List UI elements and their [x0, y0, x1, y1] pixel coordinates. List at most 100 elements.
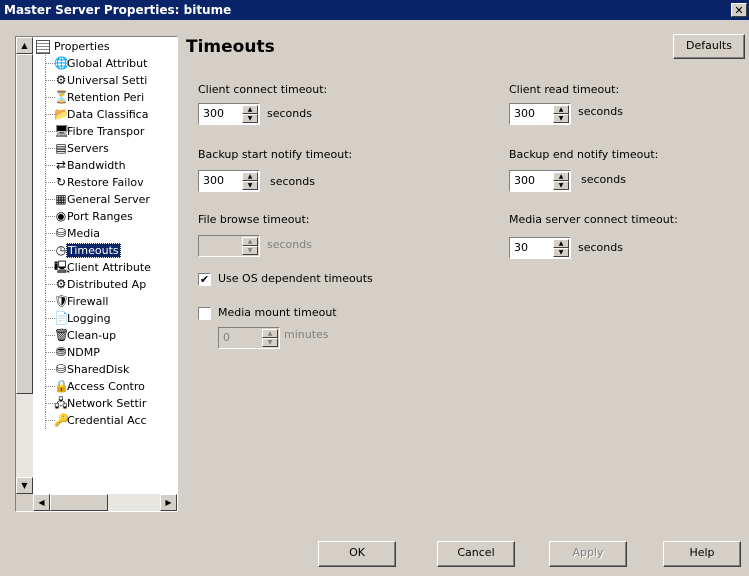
horizontal-scroll-thumb[interactable]: [50, 494, 108, 511]
tree-item[interactable]: ▦ General Server: [40, 191, 152, 208]
tree-item-label: Client Attribute: [67, 261, 151, 274]
tree-item[interactable]: 🗑 Clean-up: [40, 327, 152, 344]
tree-item[interactable]: ⛃ NDMP: [40, 344, 152, 361]
media-server-connect-timeout-spinner[interactable]: 30 ▲ ▼: [509, 237, 571, 259]
bandwidth-icon: ⇄: [55, 158, 67, 172]
tree-item-label: Bandwidth: [67, 159, 126, 172]
client-read-value[interactable]: 300: [514, 107, 535, 120]
restore-failover-icon: ↻: [55, 175, 67, 189]
title-bar: Master Server Properties: bitume ✕: [0, 0, 749, 20]
media-mount-timeout-checkbox[interactable]: [198, 307, 211, 320]
ok-button[interactable]: OK: [318, 541, 396, 567]
spin-up-icon[interactable]: ▲: [242, 105, 258, 114]
tree-item-label: Global Attribut: [67, 57, 148, 70]
network-settings-icon: 🖧: [54, 396, 68, 410]
tree-horizontal-scrollbar[interactable]: ◀ ▶: [33, 494, 177, 511]
backup-end-value[interactable]: 300: [514, 174, 535, 187]
scroll-up-icon[interactable]: ▲: [16, 37, 33, 54]
tree-item-label: Credential Acc: [67, 414, 147, 427]
media-server-unit: seconds: [578, 241, 623, 254]
tree-item-label: Servers: [67, 142, 109, 155]
shared-disk-icon: ⛁: [55, 362, 67, 376]
tree-item[interactable]: 🖥 Fibre Transpor: [40, 123, 152, 140]
tree-item[interactable]: 🌐 Global Attribut: [40, 55, 152, 72]
tree-item[interactable]: 🔒 Access Contro: [40, 378, 152, 395]
tree-item[interactable]: ▤ Servers: [40, 140, 152, 157]
client-read-label: Client read timeout:: [509, 83, 620, 96]
client-connect-timeout-spinner[interactable]: 300 ▲ ▼: [198, 103, 260, 125]
backup-start-unit: seconds: [270, 175, 315, 188]
tree-item-label: General Server: [67, 193, 150, 206]
client-connect-value[interactable]: 300: [203, 107, 224, 120]
scrollbar-corner: [16, 494, 33, 511]
tree-item[interactable]: 📂 Data Classifica: [40, 106, 152, 123]
tree-item[interactable]: ⛁ Media: [40, 225, 152, 242]
logging-icon: 📄: [54, 311, 69, 325]
defaults-button[interactable]: Defaults: [673, 34, 745, 59]
backup-end-unit: seconds: [581, 173, 626, 186]
spin-down-icon: ▼: [262, 338, 278, 347]
tree-item[interactable]: ↻ Restore Failov: [40, 174, 152, 191]
clock-icon: ◷: [55, 243, 67, 257]
tree-item[interactable]: ◉ Port Ranges: [40, 208, 152, 225]
access-control-icon: 🔒: [54, 379, 69, 393]
properties-tree[interactable]: ▲ ▼ Properties 🌐 Global Attribut ⚙ Universa…: [15, 36, 178, 512]
spin-up-icon[interactable]: ▲: [553, 105, 569, 114]
scroll-down-icon[interactable]: ▼: [16, 477, 33, 494]
tree-item[interactable]: 🛡 Firewall: [40, 293, 152, 310]
general-server-icon: ▦: [55, 192, 67, 206]
spin-down-icon[interactable]: ▼: [553, 114, 569, 123]
tree-item-label: Timeouts: [66, 243, 121, 258]
spin-down-icon[interactable]: ▼: [242, 181, 258, 190]
media-mount-timeout-label[interactable]: Media mount timeout: [218, 306, 337, 319]
cancel-button[interactable]: Cancel: [437, 541, 515, 567]
tree-item[interactable]: ⛁ SharedDisk: [40, 361, 152, 378]
checkmark-icon: ✔: [199, 273, 210, 286]
tree-item[interactable]: ⚙ Distributed Ap: [40, 276, 152, 293]
tree-item-label: NDMP: [67, 346, 100, 359]
ndmp-icon: ⛃: [55, 345, 67, 359]
tree-root[interactable]: Properties: [36, 39, 110, 55]
tree-item[interactable]: 🖳 Client Attribute: [40, 259, 152, 276]
tree-item-label: Restore Failov: [67, 176, 144, 189]
tree-item-label: Data Classifica: [67, 108, 149, 121]
spin-up-icon: ▲: [242, 237, 258, 246]
spin-up-icon[interactable]: ▲: [553, 239, 569, 248]
spin-up-icon[interactable]: ▲: [242, 172, 258, 181]
scroll-right-icon[interactable]: ▶: [160, 494, 177, 511]
media-mount-unit: minutes: [284, 328, 329, 341]
close-icon[interactable]: ✕: [731, 3, 747, 17]
tree-item[interactable]: ⇄ Bandwidth: [40, 157, 152, 174]
tree-item-label: Port Ranges: [67, 210, 133, 223]
media-server-value[interactable]: 30: [514, 241, 528, 254]
backup-start-value[interactable]: 300: [203, 174, 224, 187]
tree-item[interactable]: ◷ Timeouts: [40, 242, 152, 259]
spin-down-icon[interactable]: ▼: [553, 181, 569, 190]
spin-down-icon[interactable]: ▼: [553, 248, 569, 257]
retention-icon: ⏳: [54, 90, 69, 104]
backup-end-label: Backup end notify timeout:: [509, 148, 659, 161]
use-os-timeouts-checkbox[interactable]: ✔: [198, 273, 211, 286]
file-browse-unit: seconds: [267, 238, 312, 251]
client-connect-label: Client connect timeout:: [198, 83, 328, 96]
tree-item[interactable]: ⏳ Retention Peri: [40, 89, 152, 106]
spin-up-icon[interactable]: ▲: [553, 172, 569, 181]
scroll-left-icon[interactable]: ◀: [33, 494, 50, 511]
backup-end-timeout-spinner[interactable]: 300 ▲ ▼: [509, 170, 571, 192]
tree-item[interactable]: 📄 Logging: [40, 310, 152, 327]
tree-item[interactable]: 🔑 Credential Acc: [40, 412, 152, 429]
servers-icon: ▤: [55, 141, 67, 155]
scroll-thumb[interactable]: [16, 54, 33, 394]
tree-item[interactable]: 🖧 Network Settir: [40, 395, 152, 412]
tree-root-label: Properties: [54, 40, 110, 53]
use-os-timeouts-label[interactable]: Use OS dependent timeouts: [218, 272, 373, 285]
backup-start-label: Backup start notify timeout:: [198, 148, 353, 161]
help-button[interactable]: Help: [663, 541, 741, 567]
client-read-timeout-spinner[interactable]: 300 ▲ ▼: [509, 103, 571, 125]
media-icon: ⛁: [55, 226, 67, 240]
spin-down-icon[interactable]: ▼: [242, 114, 258, 123]
backup-start-timeout-spinner[interactable]: 300 ▲ ▼: [198, 170, 260, 192]
tree-vertical-scrollbar[interactable]: ▲ ▼: [16, 37, 33, 494]
distributed-app-icon: ⚙: [55, 277, 67, 291]
tree-item[interactable]: ⚙ Universal Setti: [40, 72, 152, 89]
